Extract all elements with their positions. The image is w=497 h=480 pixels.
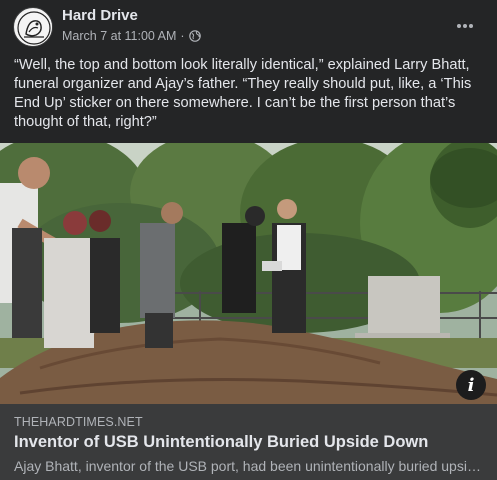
link-domain: THEHARDTIMES.NET [14,415,143,429]
globe-icon [188,30,201,42]
page-name[interactable]: Hard Drive [62,7,138,24]
more-options-icon[interactable] [453,14,477,38]
meta-separator: · [180,29,185,43]
post-timestamp[interactable]: March 7 at 11:00 AM [62,29,176,43]
link-title[interactable]: Inventor of USB Unintentionally Buried U… [14,433,428,452]
post-meta: March 7 at 11:00 AM · [62,29,201,43]
facebook-post: Hard Drive March 7 at 11:00 AM · “Well, … [0,0,497,480]
link-description: Ajay Bhatt, inventor of the USB port, ha… [14,458,484,474]
post-photo[interactable]: i [0,143,497,404]
post-header: Hard Drive March 7 at 11:00 AM · [0,0,497,52]
info-icon[interactable]: i [456,370,486,400]
post-caption: “Well, the top and bottom look literally… [14,57,472,130]
page-avatar[interactable] [13,7,53,47]
link-preview[interactable]: THEHARDTIMES.NET Inventor of USB Uninten… [0,404,497,480]
